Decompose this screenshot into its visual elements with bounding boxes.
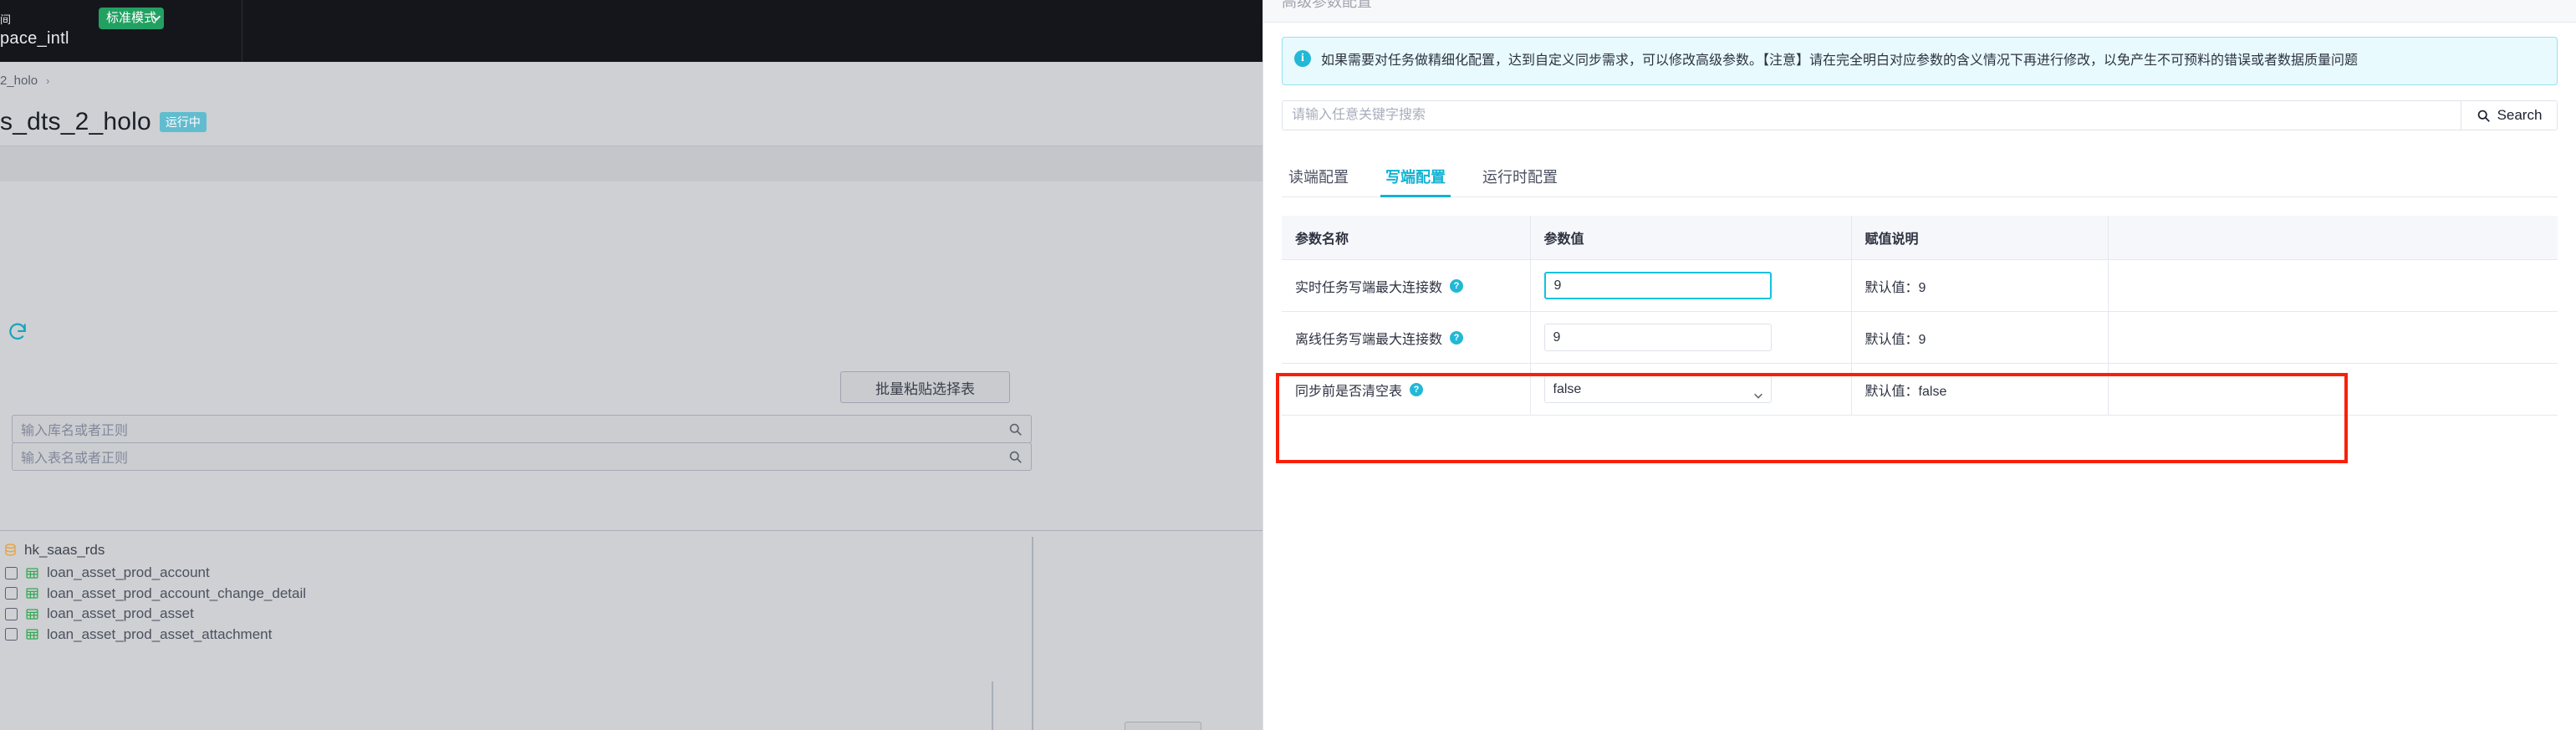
table-row: 离线任务写端最大连接数 ? 默认值：9 [1282, 311, 2558, 364]
param-description-cell: 默认值：9 [1851, 311, 2109, 364]
panel-divider [992, 682, 993, 730]
tree-table-label: loan_asset_prod_account_change_detail [47, 585, 307, 601]
breadcrumb-item[interactable]: 2_holo [0, 74, 38, 88]
truncate-before-sync-select[interactable]: falsetrue [1543, 375, 1772, 403]
param-spacer-cell [2108, 363, 2558, 416]
tree-scrollbar[interactable] [1032, 537, 1033, 730]
workspace-selector[interactable]: 间 pace_intl 标准模式 [0, 0, 242, 62]
table-checkbox[interactable] [5, 587, 18, 600]
param-name-cell: 同步前是否清空表 ? [1282, 363, 1531, 416]
offline-max-connections-input[interactable] [1543, 324, 1772, 351]
advanced-parameters-drawer: 高级参数配置 i 如果需要对任务做精细化配置，达到自定义同步需求，可以修改高级参… [1262, 0, 2576, 730]
column-header-description: 赋值说明 [1851, 216, 2109, 260]
tree-database-label: hk_saas_rds [24, 541, 105, 558]
table-row: 同步前是否清空表 ? falsetrue 默认值：false [1282, 363, 2558, 416]
info-alert-text: 如果需要对任务做精细化配置，达到自定义同步需求，可以修改高级参数。【注意】请在完… [1321, 54, 2359, 68]
database-filter-input[interactable]: 输入库名或者正则 [12, 415, 1032, 443]
footer-button[interactable] [1125, 722, 1201, 730]
info-alert: i 如果需要对任务做精细化配置，达到自定义同步需求，可以修改高级参数。【注意】请… [1282, 37, 2558, 85]
table-filter-placeholder: 输入表名或者正则 [21, 452, 129, 466]
tree-table-label: loan_asset_prod_asset [47, 605, 194, 622]
chevron-down-icon[interactable] [150, 12, 162, 23]
drawer-body: i 如果需要对任务做精细化配置，达到自定义同步需求，可以修改高级参数。【注意】请… [1263, 37, 2576, 416]
table-checkbox[interactable] [5, 566, 18, 579]
tertiary-strip [0, 181, 1262, 215]
table-icon [25, 607, 39, 621]
table-tree: hk_saas_rds loan_asset_prod_account loan… [0, 537, 1033, 645]
config-tabs: 读端配置 写端配置 运行时配置 [1282, 157, 2558, 197]
search-icon[interactable] [1008, 422, 1023, 436]
tab-read-config[interactable]: 读端配置 [1288, 166, 1349, 197]
table-filter-input[interactable]: 输入表名或者正则 [12, 442, 1032, 471]
table-row: 实时任务写端最大连接数 ? 默认值：9 [1282, 259, 2558, 312]
drawer-titlebar: 高级参数配置 [1263, 0, 2576, 23]
secondary-toolbar-strip [0, 146, 1262, 181]
tree-table-label: loan_asset_prod_account [47, 564, 210, 581]
table-toolbar [0, 309, 1262, 358]
breadcrumb: 2_holo › [0, 62, 1262, 99]
column-header-spacer [2108, 216, 2558, 260]
drawer-title: 高级参数配置 [1282, 0, 1372, 10]
status-badge: 运行中 [159, 112, 207, 132]
page-title: s_dts_2_holo [0, 108, 151, 135]
param-name-label: 离线任务写端最大连接数 [1295, 332, 1443, 347]
help-icon[interactable]: ? [1450, 278, 1464, 293]
help-icon[interactable]: ? [1450, 330, 1464, 345]
info-icon: i [1294, 50, 1311, 67]
param-name-label: 同步前是否清空表 [1295, 384, 1403, 399]
param-value-cell [1530, 311, 1852, 364]
column-header-param-name: 参数名称 [1282, 216, 1531, 260]
workspace-name: pace_intl [0, 29, 69, 48]
tree-table-item[interactable]: loan_asset_prod_account [0, 563, 1033, 584]
param-name-cell: 实时任务写端最大连接数 ? [1282, 259, 1531, 312]
database-icon [3, 543, 18, 557]
search-icon[interactable] [1008, 450, 1023, 464]
tree-database-node[interactable]: hk_saas_rds [0, 537, 1033, 563]
table-checkbox[interactable] [5, 628, 18, 641]
parameters-table: 参数名称 参数值 赋值说明 实时任务写端最大连接数 ? 9 默认值：9 离线任务… [1282, 216, 2558, 416]
parameter-search-bar: Search [1282, 100, 2558, 130]
param-spacer-cell [2108, 259, 2558, 312]
table-icon [25, 566, 39, 580]
breadcrumb-separator-icon: › [46, 74, 50, 87]
tree-table-label: loan_asset_prod_asset_attachment [47, 625, 273, 642]
background-content: 2_holo › s_dts_2_holo 运行中 [0, 62, 1262, 215]
search-button-label: Search [2497, 107, 2543, 123]
batch-paste-select-table-button[interactable]: 批量粘贴选择表 [840, 371, 1010, 403]
background-page: 间 pace_intl 标准模式 2_holo › s_dts_2_holo 运… [0, 0, 1262, 730]
param-spacer-cell [2108, 311, 2558, 364]
param-description-cell: 默认值：9 [1851, 259, 2109, 312]
param-name-label: 实时任务写端最大连接数 [1295, 280, 1443, 295]
realtime-max-connections-input[interactable] [1543, 272, 1772, 299]
param-value-cell: falsetrue [1530, 363, 1852, 416]
table-header-row: 参数名称 参数值 赋值说明 [1282, 216, 2558, 260]
page-header: s_dts_2_holo 运行中 [0, 99, 1262, 145]
top-navigation-bar: 间 pace_intl 标准模式 [0, 0, 1262, 62]
search-button[interactable]: Search [2461, 101, 2557, 130]
tab-write-config[interactable]: 写端配置 [1380, 166, 1451, 197]
param-value-cell [1530, 259, 1852, 312]
tree-table-item[interactable]: loan_asset_prod_asset_attachment [0, 625, 1033, 646]
tree-table-item[interactable]: loan_asset_prod_account_change_detail [0, 584, 1033, 605]
table-icon [25, 586, 39, 600]
table-icon [25, 627, 39, 641]
help-icon[interactable]: ? [1410, 382, 1424, 396]
search-input[interactable] [1283, 101, 2461, 130]
column-header-param-value: 参数值 [1530, 216, 1852, 260]
tab-runtime-config[interactable]: 运行时配置 [1482, 166, 1558, 197]
table-checkbox[interactable] [5, 607, 18, 620]
refresh-icon[interactable] [7, 321, 28, 343]
tree-table-item[interactable]: loan_asset_prod_asset [0, 604, 1033, 625]
list-divider [0, 530, 1262, 531]
param-name-cell: 离线任务写端最大连接数 ? [1282, 311, 1531, 364]
database-filter-placeholder: 输入库名或者正则 [21, 424, 129, 438]
param-description-cell: 默认值：false [1851, 363, 2109, 416]
search-icon [2477, 109, 2491, 123]
